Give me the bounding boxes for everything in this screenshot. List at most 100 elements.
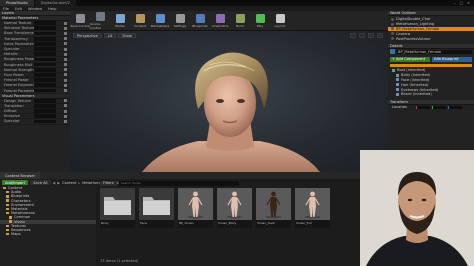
property-value-field[interactable] <box>34 104 56 108</box>
asset-tile[interactable]: Face <box>139 188 174 228</box>
visibility-eye-icon[interactable] <box>391 22 394 26</box>
reset-arrow-icon[interactable] <box>64 73 67 77</box>
asset-tile[interactable]: Vivian_Body <box>217 188 252 228</box>
breadcrumb-0[interactable]: Content <box>62 181 76 185</box>
property-label: Normal Texture <box>4 21 32 26</box>
property-row: Specular <box>0 119 70 125</box>
reset-arrow-icon[interactable] <box>64 37 67 41</box>
outliner-item-label: PostProcessVolume <box>396 36 431 41</box>
component-item[interactable]: Beard (Inherited) <box>391 92 474 97</box>
asset-tile[interactable]: Body <box>100 188 135 228</box>
reset-arrow-icon[interactable] <box>64 57 67 61</box>
reset-arrow-icon[interactable] <box>64 31 67 35</box>
property-value-field[interactable] <box>34 98 56 103</box>
search-input[interactable] <box>118 180 239 186</box>
reset-arrow-icon[interactable] <box>64 47 67 51</box>
reset-arrow-icon[interactable] <box>64 78 67 82</box>
property-value-field[interactable] <box>34 73 56 77</box>
toolbar-play-button[interactable]: Play <box>250 11 270 31</box>
property-value-field[interactable] <box>34 52 56 57</box>
location-x-field[interactable] <box>416 105 430 110</box>
reset-arrow-icon[interactable] <box>64 52 67 56</box>
reset-arrow-icon[interactable] <box>64 26 67 30</box>
visibility-eye-icon[interactable] <box>391 17 394 21</box>
folder-icon <box>9 216 12 219</box>
property-value-field[interactable] <box>34 36 56 41</box>
folder-icon <box>6 203 9 207</box>
reset-arrow-icon[interactable] <box>64 89 67 93</box>
viewport[interactable]: Perspective Lit Show <box>70 31 388 172</box>
property-label: Design Texture <box>4 98 31 103</box>
property-label: Extra Parameters <box>4 41 34 46</box>
search-components-bar[interactable] <box>390 63 472 67</box>
property-value-field[interactable] <box>34 88 56 93</box>
visibility-eye-icon[interactable] <box>391 32 394 36</box>
property-value-field[interactable] <box>34 47 56 51</box>
visibility-eye-icon[interactable] <box>391 27 394 31</box>
property-value-field[interactable] <box>34 21 56 25</box>
reset-arrow-icon[interactable] <box>64 63 67 67</box>
reset-arrow-icon[interactable] <box>64 114 67 118</box>
actor-name-field[interactable]: BP_MetaHuman_Female <box>397 49 472 55</box>
asset-tile[interactable]: Vivian_Full <box>295 188 330 228</box>
asset-tile[interactable]: Vivian_Dark <box>256 188 291 228</box>
location-y-field[interactable] <box>432 105 446 110</box>
property-value-field[interactable] <box>34 62 56 67</box>
property-value-field[interactable] <box>34 78 56 83</box>
marketplace-icon <box>155 13 165 23</box>
menu-edit[interactable]: Edit <box>12 7 25 11</box>
menu-window[interactable]: Window <box>25 7 45 11</box>
toolbar-marketplace-button[interactable]: Marketplace <box>150 11 170 31</box>
toolbar-settings-button[interactable]: Settings <box>170 11 190 31</box>
property-label: Base Transforms <box>4 31 34 36</box>
content-browser-tab[interactable]: Content Browser <box>0 172 40 179</box>
folder-tree-item[interactable]: Maps <box>0 232 96 236</box>
location-z-field[interactable] <box>448 105 462 110</box>
toolbar-cinematics-button[interactable]: Cinematics <box>210 11 230 31</box>
close-icon[interactable]: × <box>467 1 470 5</box>
reset-arrow-icon[interactable] <box>64 68 67 72</box>
property-value-field[interactable] <box>34 26 56 31</box>
property-label: Fresnel Parameter <box>4 88 34 93</box>
toolbar-save-button[interactable]: Save Current <box>70 11 90 31</box>
property-value-field[interactable] <box>34 114 56 119</box>
save-all-button[interactable]: Save All <box>30 179 51 186</box>
nav-back-icon[interactable]: ◀ <box>53 181 56 185</box>
toolbar-source-control-button[interactable]: Source Control <box>90 11 110 31</box>
asset-tile[interactable]: BP_Vivian <box>178 188 213 228</box>
property-value-field[interactable] <box>34 83 56 88</box>
property-value-field[interactable] <box>34 41 56 46</box>
reset-arrow-icon[interactable] <box>64 42 67 46</box>
reset-arrow-icon[interactable] <box>64 119 67 123</box>
filters-button[interactable]: Filters <box>100 180 117 186</box>
property-value-field[interactable] <box>34 67 56 72</box>
toolbar-build-button[interactable]: Build <box>230 11 250 31</box>
toolbar-blueprints-button[interactable]: Blueprints <box>190 11 210 31</box>
right-panel: World Outliner DigitalDouble_Char MetaHum… <box>388 11 474 172</box>
property-value-field[interactable] <box>34 119 56 124</box>
toolbar-modes-button[interactable]: Modes <box>110 11 130 31</box>
add-component-button[interactable]: + Add Component <box>390 56 430 63</box>
reset-arrow-icon[interactable] <box>64 83 67 87</box>
property-value-field[interactable] <box>34 31 56 36</box>
outliner-item[interactable]: PostProcessVolume <box>388 36 474 41</box>
toolbar-content-button[interactable]: Content <box>130 11 150 31</box>
reset-arrow-icon[interactable] <box>64 109 67 113</box>
reset-arrow-icon[interactable] <box>64 21 67 25</box>
toolbar-launch-button[interactable]: Launch <box>270 11 290 31</box>
visibility-eye-icon[interactable] <box>391 37 394 41</box>
reset-arrow-icon[interactable] <box>64 104 67 108</box>
maximize-icon[interactable]: □ <box>460 1 463 5</box>
add-import-button[interactable]: Add/Import <box>2 179 29 186</box>
menu-file[interactable]: File <box>0 7 12 11</box>
edit-blueprint-button[interactable]: Edit Blueprint <box>432 56 472 63</box>
reset-arrow-icon[interactable] <box>64 99 67 103</box>
property-label: Metallic <box>4 52 18 57</box>
menu-help[interactable]: Help <box>45 7 59 11</box>
minimize-icon[interactable]: – <box>454 1 456 5</box>
nav-forward-icon[interactable]: ▶ <box>57 181 60 185</box>
property-value-field[interactable] <box>34 57 56 62</box>
property-label: Skinlevel Texture <box>4 26 34 31</box>
property-value-field[interactable] <box>34 109 56 113</box>
component-tree: Root (Inherited) Body (Inherited) Face (In… <box>388 68 474 97</box>
